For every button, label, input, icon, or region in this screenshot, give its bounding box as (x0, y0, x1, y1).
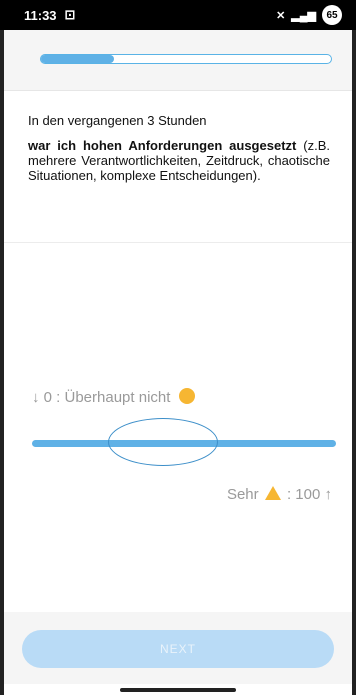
gesture-bar (120, 688, 236, 692)
slider-thumb[interactable] (107, 418, 218, 466)
next-button[interactable]: NEXT (22, 630, 334, 668)
question-intro: In den vergangenen 3 Stunden (28, 113, 207, 128)
question-body: war ich hohen Anforderungen ausgesetzt (… (28, 138, 330, 183)
warning-icon (264, 486, 281, 500)
slider-low-label: ↓ 0 : Überhaupt nicht (32, 388, 195, 406)
smile-emoji-icon (178, 388, 195, 404)
progress-header (4, 30, 352, 91)
status-bar: 11:33 ⊡ ✕ ▂▄▆ 65 (0, 0, 356, 30)
progress-bar (40, 54, 332, 64)
section-divider (4, 242, 352, 243)
slider-high-suffix: : 100 ↑ (286, 486, 332, 503)
question-text: In den vergangenen 3 Stunden war ich hoh… (28, 113, 330, 183)
status-time: 11:33 (24, 7, 57, 23)
battery-icon: 65 (322, 5, 342, 25)
slider-low-label-text: ↓ 0 : Überhaupt nicht (32, 389, 171, 406)
phone-frame (0, 0, 356, 695)
screen-record-icon: ⊡ (64, 7, 76, 22)
slider-high-prefix: Sehr (226, 486, 259, 503)
progress-bar-fill (41, 55, 114, 63)
signal-icon: ▂▄▆ (291, 9, 316, 22)
slider-high-label: Sehr : 100 ↑ (227, 486, 332, 503)
question-bold-text: war ich hohen Anforderungen ausgesetzt (28, 138, 297, 153)
mute-icon: ✕ (276, 9, 286, 22)
